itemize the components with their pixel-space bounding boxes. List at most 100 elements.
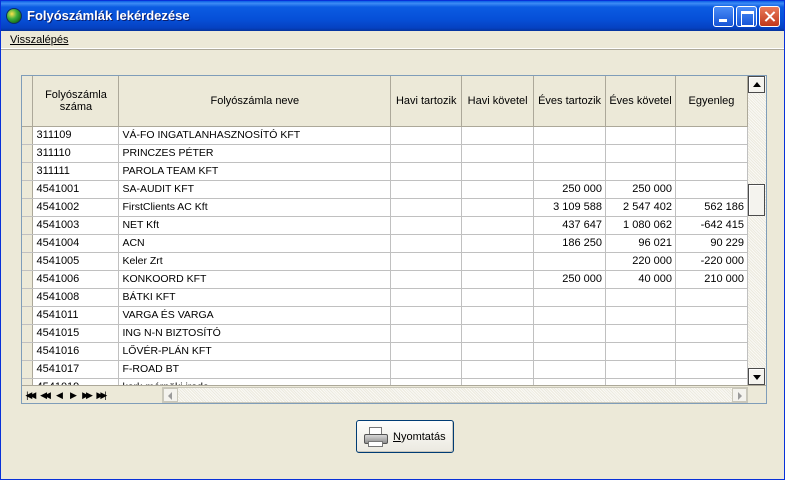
cell-monthly-debit[interactable] — [390, 162, 463, 181]
cell-account-name[interactable]: FirstClients AC Kft — [118, 198, 392, 217]
cell-yearly-credit[interactable]: 250 000 — [605, 180, 676, 199]
cell-yearly-debit[interactable] — [533, 252, 607, 271]
print-button[interactable]: Nyomtatás — [356, 420, 454, 453]
cell-account-number[interactable]: 4541004 — [32, 234, 120, 253]
table-row[interactable]: 311111 PAROLA TEAM KFT — [22, 162, 748, 181]
cell-monthly-credit[interactable] — [461, 360, 535, 379]
cell-account-number[interactable]: 4541003 — [32, 216, 120, 235]
cell-yearly-credit[interactable] — [605, 360, 676, 379]
vertical-scroll-track[interactable] — [748, 94, 766, 367]
vertical-scroll-thumb[interactable] — [748, 184, 765, 216]
cell-account-name[interactable]: PAROLA TEAM KFT — [118, 162, 392, 181]
cell-monthly-credit[interactable] — [461, 378, 535, 385]
cell-account-number[interactable]: 4541015 — [32, 324, 120, 343]
cell-account-number[interactable]: 4541019 — [32, 378, 120, 385]
cell-yearly-debit[interactable] — [533, 288, 607, 307]
cell-monthly-debit[interactable] — [390, 324, 463, 343]
cell-account-name[interactable]: ACN — [118, 234, 392, 253]
column-header-yearly-debit[interactable]: Éves tartozik — [533, 76, 607, 127]
cell-monthly-debit[interactable] — [390, 198, 463, 217]
cell-monthly-debit[interactable] — [390, 270, 463, 289]
cell-monthly-credit[interactable] — [461, 126, 535, 145]
cell-account-name[interactable]: SA-AUDIT KFT — [118, 180, 392, 199]
cell-account-number[interactable]: 311111 — [32, 162, 120, 181]
prev-page-icon[interactable]: ◀◀ — [38, 389, 51, 401]
cell-yearly-credit[interactable] — [605, 288, 676, 307]
title-bar[interactable]: Folyószámlák lekérdezése — [1, 1, 784, 31]
cell-account-name[interactable]: NET Kft — [118, 216, 392, 235]
maximize-button[interactable] — [736, 6, 757, 27]
cell-monthly-credit[interactable] — [461, 162, 535, 181]
cell-account-number[interactable]: 4541006 — [32, 270, 120, 289]
cell-yearly-debit[interactable] — [533, 126, 607, 145]
cell-account-name[interactable]: ING N-N BIZTOSÍTÓ — [118, 324, 392, 343]
row-indicator[interactable] — [22, 234, 34, 253]
cell-balance[interactable] — [675, 180, 748, 199]
cell-monthly-debit[interactable] — [390, 342, 463, 361]
cell-monthly-credit[interactable] — [461, 198, 535, 217]
cell-account-name[interactable]: VÁ-FO INGATLANHASZNOSÍTÓ KFT — [118, 126, 392, 145]
row-indicator[interactable] — [22, 270, 34, 289]
scroll-right-icon[interactable] — [732, 388, 747, 402]
cell-account-number[interactable]: 4541016 — [32, 342, 120, 361]
table-row[interactable]: 4541006 KONKOORD KFT 250 000 40 000 210 000 — [22, 270, 748, 289]
cell-monthly-debit[interactable] — [390, 180, 463, 199]
cell-yearly-debit[interactable] — [533, 144, 607, 163]
row-indicator[interactable] — [22, 360, 34, 379]
cell-balance[interactable] — [675, 342, 748, 361]
cell-monthly-credit[interactable] — [461, 234, 535, 253]
cell-yearly-credit[interactable] — [605, 378, 676, 385]
row-indicator[interactable] — [22, 378, 34, 385]
cell-yearly-debit[interactable]: 250 000 — [533, 270, 607, 289]
cell-monthly-debit[interactable] — [390, 126, 463, 145]
table-row[interactable]: 4541011 VARGA ÉS VARGA — [22, 306, 748, 325]
cell-account-number[interactable]: 4541008 — [32, 288, 120, 307]
cell-yearly-debit[interactable] — [533, 342, 607, 361]
cell-account-name[interactable]: kork mérnöki iroda — [118, 378, 392, 385]
column-header-monthly-debit[interactable]: Havi tartozik — [390, 76, 463, 127]
cell-account-number[interactable]: 311109 — [32, 126, 120, 145]
cell-balance[interactable]: 562 186 — [675, 198, 748, 217]
cell-account-name[interactable]: KONKOORD KFT — [118, 270, 392, 289]
cell-balance[interactable]: -220 000 — [675, 252, 748, 271]
cell-account-name[interactable]: VARGA ÉS VARGA — [118, 306, 392, 325]
next-page-icon[interactable]: ▶▶ — [80, 389, 93, 401]
cell-yearly-credit[interactable] — [605, 306, 676, 325]
cell-yearly-credit[interactable]: 96 021 — [605, 234, 676, 253]
table-row[interactable]: 4541002 FirstClients AC Kft 3 109 588 2 547… — [22, 198, 748, 217]
cell-yearly-credit[interactable]: 220 000 — [605, 252, 676, 271]
row-indicator[interactable] — [22, 324, 34, 343]
column-header-balance[interactable]: Egyenleg — [675, 76, 748, 127]
cell-account-name[interactable]: BÁTKI KFT — [118, 288, 392, 307]
cell-yearly-debit[interactable] — [533, 306, 607, 325]
cell-monthly-credit[interactable] — [461, 306, 535, 325]
cell-yearly-debit[interactable]: 437 647 — [533, 216, 607, 235]
accounts-grid[interactable]: Folyószámla száma Folyószámla neve Havi … — [21, 75, 767, 404]
cell-monthly-credit[interactable] — [461, 216, 535, 235]
row-indicator[interactable] — [22, 252, 34, 271]
cell-yearly-credit[interactable]: 1 080 062 — [605, 216, 676, 235]
column-header-account-name[interactable]: Folyószámla neve — [118, 76, 392, 127]
cell-yearly-credit[interactable] — [605, 126, 676, 145]
table-row[interactable]: 4541003 NET Kft 437 647 1 080 062 -642 415 — [22, 216, 748, 235]
table-row[interactable]: 311109 VÁ-FO INGATLANHASZNOSÍTÓ KFT — [22, 126, 748, 145]
table-row[interactable]: 4541019kork mérnöki iroda — [22, 378, 748, 385]
menu-item-back[interactable]: Visszalépés — [10, 34, 69, 46]
cell-monthly-debit[interactable] — [390, 234, 463, 253]
cell-account-number[interactable]: 4541001 — [32, 180, 120, 199]
row-indicator[interactable] — [22, 288, 34, 307]
cell-balance[interactable] — [675, 144, 748, 163]
row-indicator[interactable] — [22, 216, 34, 235]
cell-yearly-debit[interactable] — [533, 378, 607, 385]
column-header-yearly-credit[interactable]: Éves követel — [605, 76, 676, 127]
cell-balance[interactable] — [675, 324, 748, 343]
cell-yearly-credit[interactable] — [605, 324, 676, 343]
row-indicator[interactable] — [22, 198, 34, 217]
cell-monthly-debit[interactable] — [390, 252, 463, 271]
cell-account-name[interactable]: PRINCZES PÉTER — [118, 144, 392, 163]
cell-balance[interactable] — [675, 378, 748, 385]
last-record-icon[interactable]: ▶▶| — [94, 389, 106, 401]
table-row[interactable]: 4541017 F-ROAD BT — [22, 360, 748, 379]
cell-monthly-debit[interactable] — [390, 378, 463, 385]
first-record-icon[interactable]: |◀◀ — [24, 389, 36, 401]
